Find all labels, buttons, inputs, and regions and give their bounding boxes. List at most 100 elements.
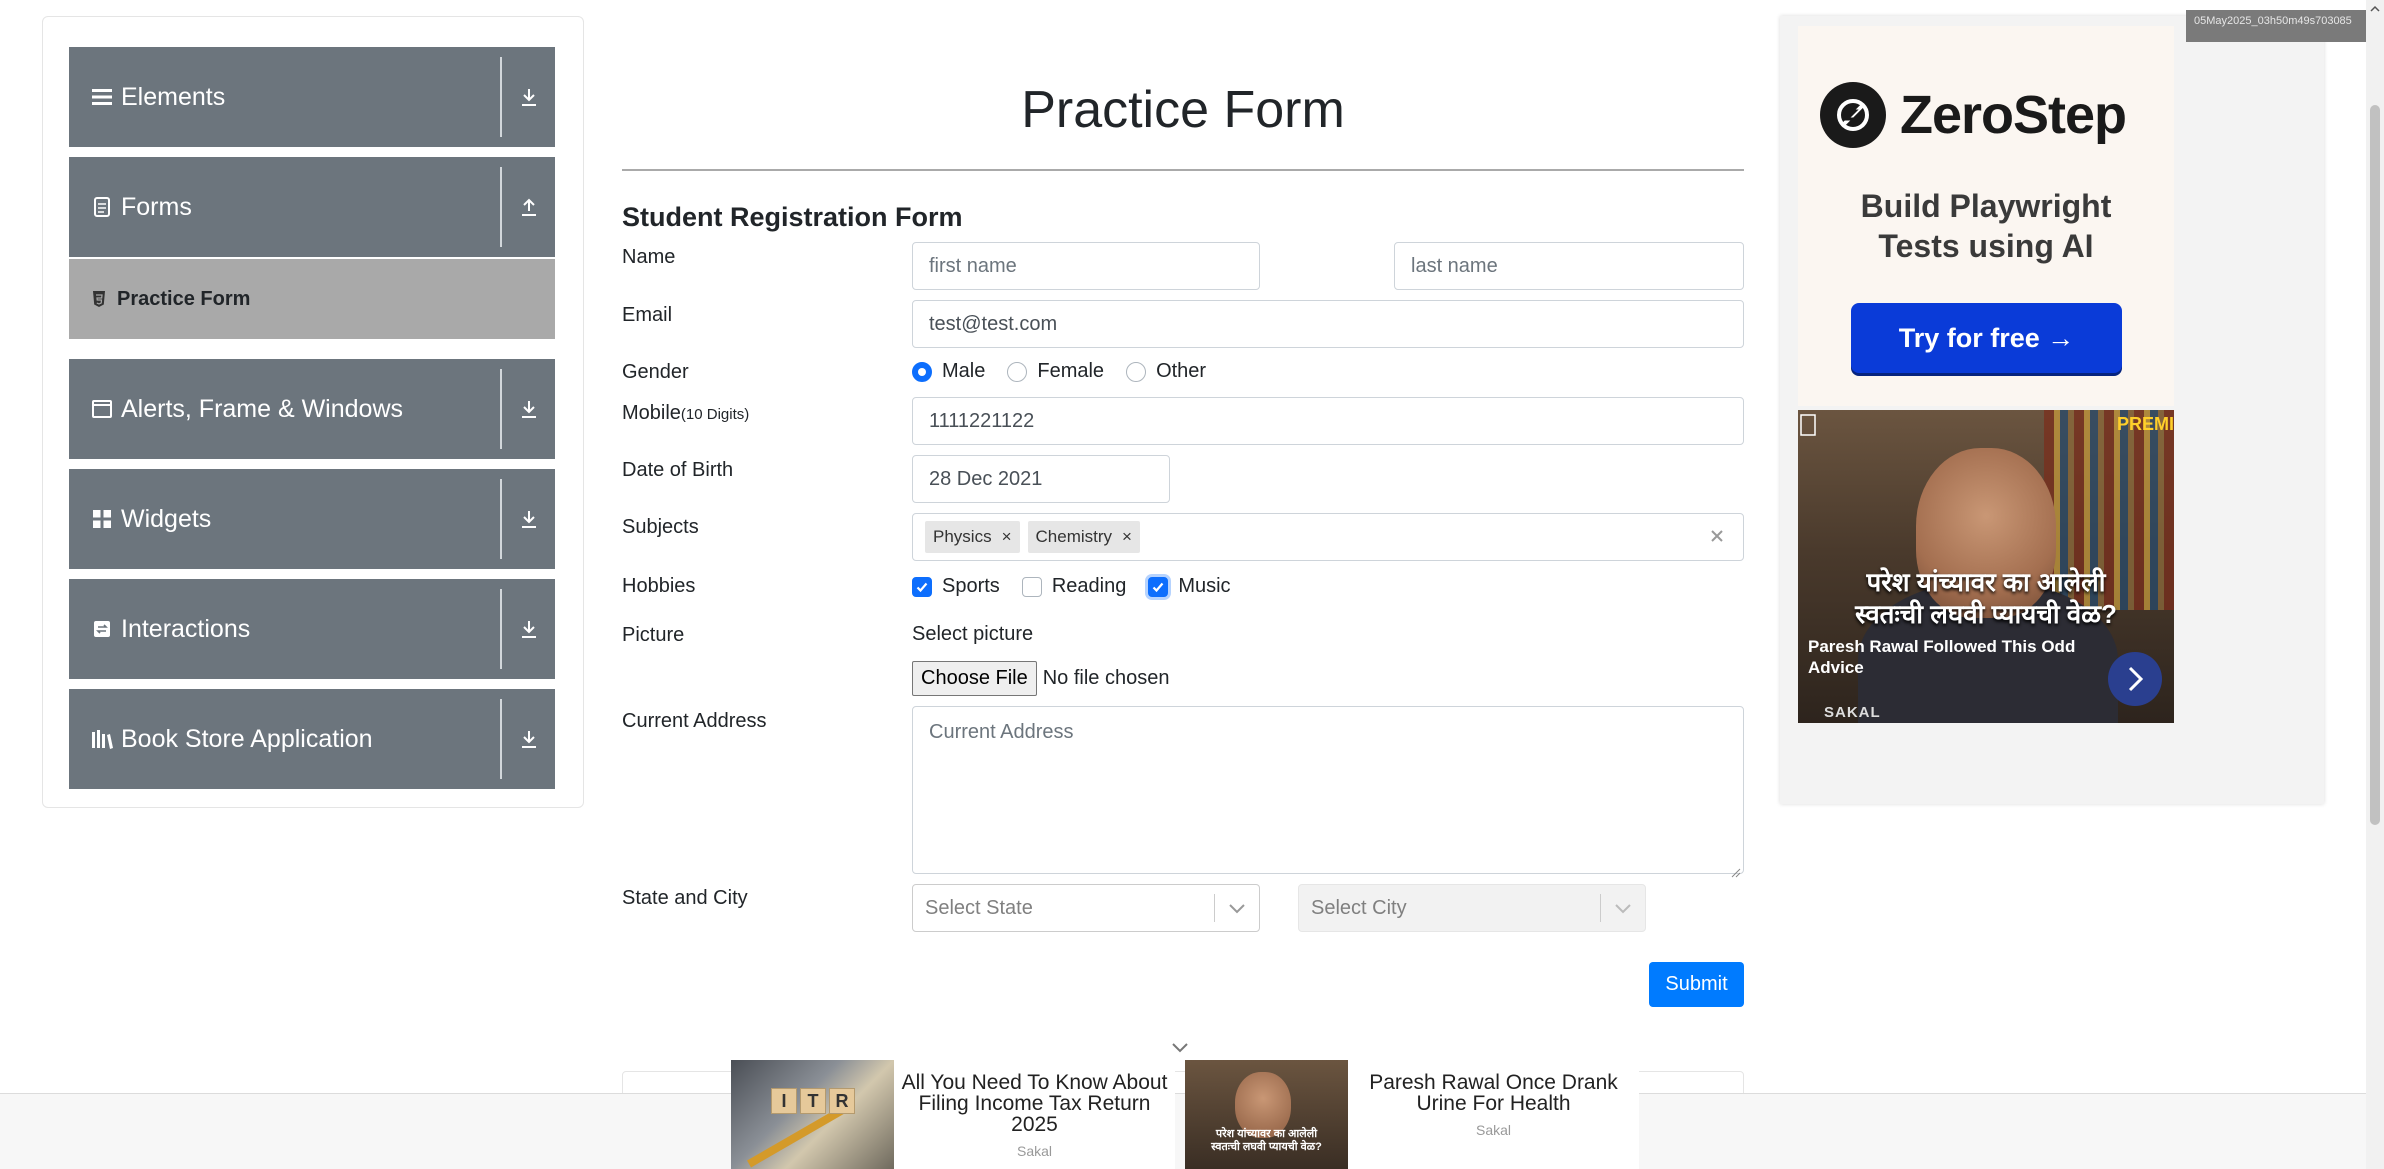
address-label: Current Address [622,710,767,732]
download-arrow-icon[interactable] [502,509,555,529]
state-placeholder: Select State [925,896,1033,919]
chip-remove-icon[interactable]: × [1002,527,1012,547]
chevron-down-icon[interactable] [1166,1037,1194,1057]
chip-remove-icon[interactable]: × [1122,527,1132,547]
sidebar-group-book-store[interactable]: Book Store Application [69,689,555,789]
file-status: No file chosen [1042,667,1170,689]
sidebar-group-label: Forms [121,192,192,221]
choose-file-button[interactable]: Choose File [912,661,1037,696]
hobby-music-option[interactable]: Music [1148,575,1231,598]
hobby-label: Sports [942,575,1000,597]
subject-chip-chemistry: Chemistry × [1027,521,1140,553]
bottom-ad-source: Sakal [1016,1143,1053,1159]
itr-block-letter: R [829,1088,855,1114]
news-headline-line2: स्वतःची लघवी प्यायची वेळ? [1855,599,2117,629]
scrollbar-thumb[interactable] [2370,105,2380,825]
sidebar-group-alerts[interactable]: Alerts, Frame & Windows [69,359,555,459]
document-icon [91,196,113,218]
sidebar-item-practice-form[interactable]: Practice Form [69,259,555,339]
premium-badge: PREMI [2116,414,2174,434]
hobby-reading-checkbox[interactable] [1021,576,1042,597]
gender-female-radio[interactable] [1007,361,1028,382]
mobile-label-text: Mobile [622,402,681,424]
gender-male-radio[interactable] [912,361,932,382]
chevron-down-icon[interactable] [1215,902,1259,914]
address-placeholder: Current Address [929,721,1074,743]
mobile-input[interactable]: 1111221122 [912,397,1744,445]
download-arrow-icon[interactable] [502,729,555,749]
sidebar: Elements Forms Practice Form Alerts, Fra… [42,16,584,808]
name-label: Name [622,246,676,268]
hobbies-checkbox-group: Sports Reading Music [912,575,1253,598]
current-address-textarea[interactable]: Current Address [912,706,1744,878]
group-divider [500,167,502,247]
bottom-ad-source: Sakal [1475,1122,1512,1138]
dob-label: Date of Birth [622,459,734,481]
zerostep-tagline-line1: Build Playwright [1860,188,2112,224]
books-icon [91,728,113,750]
select-picture-label: Select picture [912,623,1034,645]
try-for-free-button[interactable]: Try for free → [1851,303,2122,373]
gender-label: Gender [622,361,689,383]
clear-all-icon[interactable] [1705,524,1729,548]
chevron-right-icon[interactable] [2108,652,2162,706]
sidebar-group-label: Alerts, Frame & Windows [121,394,404,423]
gender-radio-group: Male Female Other [912,360,1228,383]
thumbnail-headline-line2: स्वतःची लघवी प्यायची वेळ? [1211,1141,1322,1153]
submit-button[interactable]: Submit [1649,962,1744,1007]
group-divider [500,589,502,669]
hobby-music-checkbox[interactable] [1148,576,1169,597]
dob-input[interactable]: 28 Dec 2021 [912,455,1170,503]
gender-other-option[interactable]: Other [1126,360,1206,383]
bottom-ad-title: All You Need To Know About Filing Income… [901,1071,1168,1136]
title-divider [622,169,1744,171]
sidebar-group-interactions[interactable]: Interactions [69,579,555,679]
subject-chip-label: Chemistry [1035,527,1113,546]
sidebar-group-forms[interactable]: Forms [69,157,555,257]
upload-arrow-icon[interactable] [502,197,555,217]
gender-male-option[interactable]: Male [912,360,985,383]
download-arrow-icon[interactable] [502,87,555,107]
first-name-input[interactable]: first name [912,242,1260,290]
group-divider [500,369,502,449]
form-heading: Student Registration Form [622,202,963,232]
hobby-label: Music [1178,575,1231,597]
hobby-sports-checkbox[interactable] [912,576,932,597]
city-select[interactable]: Select City [1298,884,1646,932]
news-headline-line1: परेश यांच्यावर का आलेली [1866,567,2106,597]
hamburger-icon [91,86,113,108]
bottom-ad-card-paresh[interactable]: परेश यांच्यावर का आलेली स्वतःची लघवी प्य… [1185,1060,1639,1169]
scroll-up-icon[interactable] [2369,2,2381,14]
subject-chip-label: Physics [933,527,992,546]
email-input[interactable]: test@test.com [912,300,1744,348]
subjects-input[interactable]: Physics × Chemistry × [912,513,1744,561]
last-name-input[interactable]: last name [1394,242,1744,290]
sidebar-group-widgets[interactable]: Widgets [69,469,555,569]
itr-block-letter: T [800,1088,826,1114]
zerostep-logo-icon [1820,82,1886,148]
zerostep-brand: ZeroStep [1900,85,2127,145]
resize-grip-icon[interactable] [1731,861,1741,878]
state-select[interactable]: Select State [912,884,1260,932]
sidebar-group-elements[interactable]: Elements [69,47,555,147]
gender-option-label: Other [1156,360,1207,382]
bottom-ad-card-itr[interactable]: ITR All You Need To Know About Filing In… [731,1060,1175,1169]
gender-option-label: Male [942,360,986,382]
news-ad[interactable]: PREMI परेश यांच्यावर का आलेली स्वतःची लघ… [1798,410,2174,723]
download-arrow-icon[interactable] [502,399,555,419]
gender-female-option[interactable]: Female [1007,360,1104,383]
itr-thumbnail-image: ITR [731,1060,894,1169]
file-upload: Choose File No file chosen [912,661,1169,696]
gender-other-radio[interactable] [1126,361,1147,382]
hobby-reading-option[interactable]: Reading [1021,575,1126,598]
download-arrow-icon[interactable] [502,619,555,639]
interactions-icon [91,618,113,640]
html5-icon [91,290,107,308]
hobby-sports-option[interactable]: Sports [912,575,1000,598]
news-headline: परेश यांच्यावर का आलेली स्वतःची लघवी प्य… [1798,566,2174,630]
itr-block-letter: I [771,1088,797,1114]
zerostep-logo: ZeroStep [1820,82,2127,148]
chevron-down-icon[interactable] [1601,902,1645,914]
email-label: Email [622,304,673,326]
sidebar-group-label: Elements [121,82,226,111]
